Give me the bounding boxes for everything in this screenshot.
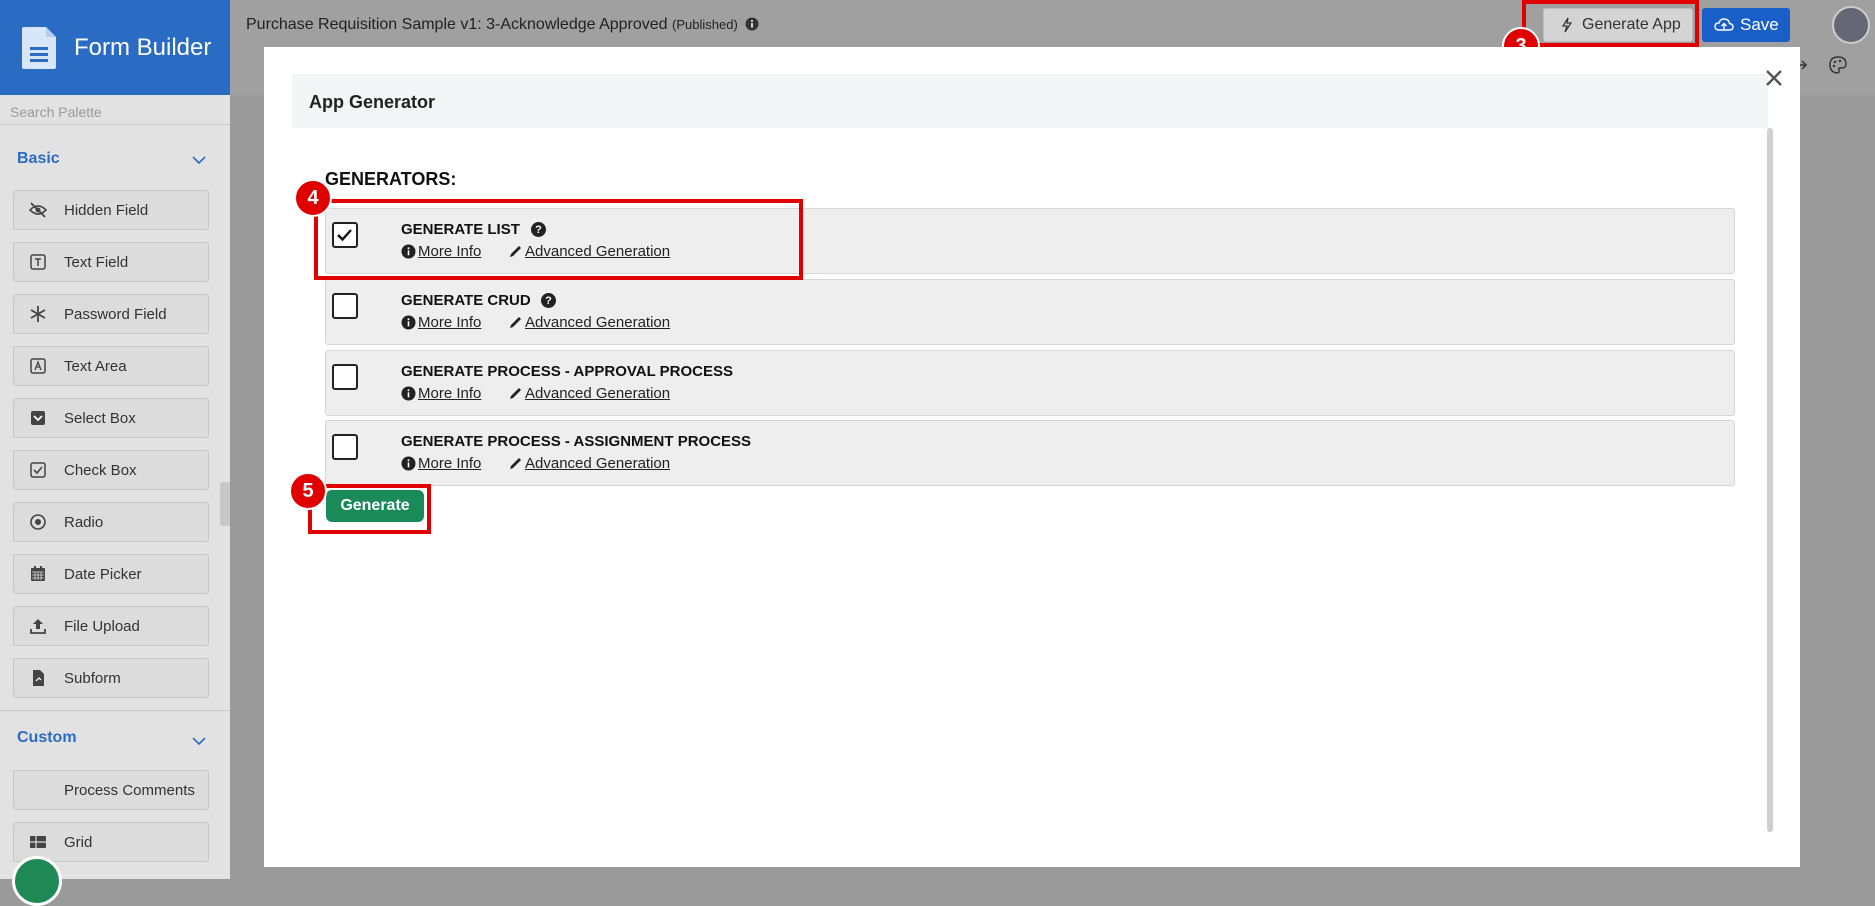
close-icon[interactable] — [1764, 68, 1784, 88]
divider — [0, 710, 230, 711]
palette-item-label: Hidden Field — [64, 201, 149, 219]
step-badge-5: 5 — [289, 472, 327, 510]
palette-item-date-picker[interactable]: Date Picker — [13, 554, 209, 594]
info-icon — [401, 386, 416, 401]
palette-item-label: Radio — [64, 513, 104, 531]
publish-status: (Published) — [672, 17, 738, 32]
highlight-box-3 — [1522, 0, 1699, 47]
generator-title: GENERATE PROCESS - APPROVAL PROCESS — [401, 363, 733, 380]
generator-row-approval-process — [325, 350, 1735, 416]
more-info-link[interactable]: More Info — [401, 385, 481, 402]
more-info-link[interactable]: More Info — [401, 314, 481, 331]
check-box-icon — [28, 460, 48, 480]
palette-item-label: Select Box — [64, 409, 136, 427]
upload-icon — [28, 616, 48, 636]
divider — [0, 124, 230, 125]
generators-heading: GENERATORS: — [325, 169, 457, 189]
generator-title: GENERATE CRUD — [401, 292, 531, 309]
palette-item-label: Check Box — [64, 461, 137, 479]
palette-item-password-field[interactable]: Password Field — [13, 294, 209, 334]
modal-scrollbar[interactable] — [1767, 128, 1773, 832]
avatar[interactable] — [1832, 6, 1870, 44]
app-logo — [12, 856, 62, 906]
palette-item-text-area[interactable]: Text Area — [13, 346, 209, 386]
brand-title: Form Builder — [74, 33, 212, 61]
palette-item-label: File Upload — [64, 617, 140, 635]
chevron-down-icon[interactable] — [192, 153, 206, 167]
pencil-icon — [510, 317, 521, 328]
palette-item-process-comments[interactable]: Process Comments — [13, 770, 209, 810]
subform-icon — [28, 668, 48, 688]
palette-item-text-field[interactable]: Text Field — [13, 242, 209, 282]
section-basic[interactable]: Basic — [17, 150, 60, 168]
form-title: Purchase Requisition Sample v1: 3-Acknow… — [246, 16, 759, 34]
sidebar-collapse-handle[interactable] — [220, 482, 230, 526]
asterisk-icon — [28, 304, 48, 324]
radio-icon — [28, 512, 48, 532]
help-icon[interactable]: ? — [541, 293, 556, 308]
palette-item-label: Subform — [64, 669, 121, 687]
palette-item-label: Password Field — [64, 305, 167, 323]
palette-item-label: Grid — [64, 833, 93, 851]
palette-item-radio[interactable]: Radio — [13, 502, 209, 542]
advanced-generation-link[interactable]: Advanced Generation — [508, 385, 670, 402]
cloud-upload-icon — [1714, 18, 1734, 31]
palette-item-label: Process Comments — [64, 781, 195, 799]
more-info-link[interactable]: More Info — [401, 455, 481, 472]
info-icon — [401, 315, 416, 330]
generate-approval-process-checkbox[interactable] — [332, 364, 358, 390]
generate-assignment-process-checkbox[interactable] — [332, 434, 358, 460]
calendar-icon — [28, 564, 48, 584]
highlight-box-4 — [314, 199, 803, 280]
palette-item-hidden-field[interactable]: Hidden Field — [13, 190, 209, 230]
step-badge-4: 4 — [294, 179, 332, 217]
select-box-icon — [28, 408, 48, 428]
palette-item-label: Text Field — [64, 253, 129, 271]
palette-icon[interactable] — [1829, 56, 1847, 74]
palette-item-select-box[interactable]: Select Box — [13, 398, 209, 438]
document-icon — [22, 26, 56, 69]
brand-header: Form Builder — [0, 0, 230, 95]
save-button[interactable]: Save — [1702, 8, 1790, 42]
palette-item-check-box[interactable]: Check Box — [13, 450, 209, 490]
modal-title: App Generator — [309, 92, 436, 112]
search-palette-input[interactable]: Search Palette — [10, 104, 102, 120]
palette-item-subform[interactable]: Subform — [13, 658, 209, 698]
generate-crud-checkbox[interactable] — [332, 293, 358, 319]
info-icon[interactable] — [745, 17, 759, 31]
pencil-icon — [510, 388, 521, 399]
palette-item-label: Text Area — [64, 357, 127, 375]
chevron-down-icon[interactable] — [192, 734, 206, 748]
generator-row-crud — [325, 279, 1735, 345]
eye-slash-icon — [28, 200, 48, 220]
modal-header — [292, 74, 1768, 128]
advanced-generation-link[interactable]: Advanced Generation — [508, 455, 670, 472]
palette-item-file-upload[interactable]: File Upload — [13, 606, 209, 646]
advanced-generation-link[interactable]: Advanced Generation — [508, 314, 670, 331]
generator-title: GENERATE PROCESS - ASSIGNMENT PROCESS — [401, 433, 752, 450]
palette-item-label: Date Picker — [64, 565, 142, 583]
text-area-icon — [28, 356, 48, 376]
text-field-icon — [28, 252, 48, 272]
pencil-icon — [510, 458, 521, 469]
section-custom[interactable]: Custom — [17, 729, 77, 747]
form-title-text: Purchase Requisition Sample v1: 3-Acknow… — [246, 16, 668, 33]
grid-icon — [28, 832, 48, 852]
info-icon — [401, 456, 416, 471]
save-label: Save — [1740, 15, 1779, 34]
generator-row-assignment-process — [325, 420, 1735, 486]
